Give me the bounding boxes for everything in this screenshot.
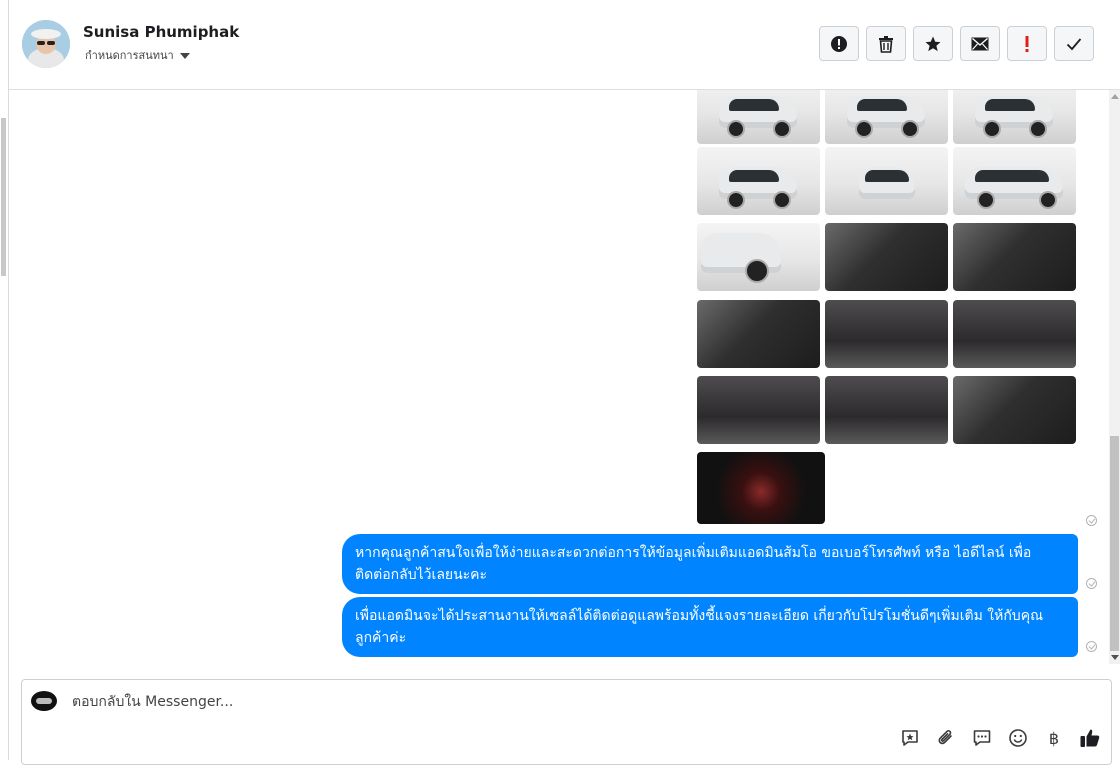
car-photo[interactable] (697, 376, 820, 444)
baht-payment-icon: ฿ (1048, 728, 1060, 748)
important-button[interactable] (1007, 26, 1047, 61)
car-photo[interactable] (697, 147, 820, 215)
avatar[interactable] (22, 20, 70, 68)
message-text: หากคุณลูกค้าสนใจเพื่อให้ง่ายและสะดวกต่อก… (355, 545, 1032, 583)
checkmark-icon (1066, 37, 1082, 50)
car-photo[interactable] (825, 223, 948, 291)
thread-scrollbar[interactable] (1109, 90, 1120, 664)
alert-circle-icon (831, 35, 847, 52)
message-thread[interactable]: หากคุณลูกค้าสนใจเพื่อให้ง่ายและสะดวกต่อก… (9, 90, 1109, 664)
car-photo[interactable] (825, 300, 948, 368)
payment-button[interactable]: ฿ (1043, 727, 1065, 749)
mark-unread-button[interactable] (960, 26, 1000, 61)
delete-button[interactable] (866, 26, 906, 61)
schedule-label: กำหนดการสนทนา (85, 49, 174, 62)
car-photo[interactable] (697, 90, 820, 144)
emoji-icon (1009, 729, 1027, 747)
done-button[interactable] (1054, 26, 1094, 61)
seen-indicator-icon (1086, 641, 1097, 652)
reply-composer: ฿ (21, 679, 1112, 765)
car-photo[interactable] (825, 147, 948, 215)
conversation-header: Sunisa Phumiphak กำหนดการสนทนา (9, 0, 1120, 90)
attachment-icon (938, 730, 952, 745)
left-scroll-thumb[interactable] (1, 118, 6, 276)
like-button[interactable] (1079, 727, 1101, 749)
chat-icon (973, 730, 991, 746)
emoji-button[interactable] (1007, 727, 1029, 749)
star-button[interactable] (913, 26, 953, 61)
conversation-schedule-dropdown[interactable]: กำหนดการสนทนา (85, 46, 190, 64)
car-photo[interactable] (953, 147, 1076, 215)
message-bubble[interactable]: เพื่อแอดมินจะได้ประสานงานให้เซลล์ได้ติดต… (342, 597, 1078, 657)
car-photo[interactable] (953, 223, 1076, 291)
chat-button[interactable] (971, 727, 993, 749)
seen-indicator-icon (1086, 578, 1097, 589)
composer-tools: ฿ (899, 727, 1101, 749)
message-text: เพื่อแอดมินจะได้ประสานงานให้เซลล์ได้ติดต… (355, 608, 1044, 646)
trash-icon (879, 35, 893, 53)
car-photo[interactable] (697, 452, 825, 524)
contact-name[interactable]: Sunisa Phumiphak (83, 23, 239, 41)
envelope-icon (971, 37, 989, 50)
exclamation-icon (1025, 35, 1029, 52)
saved-reply-button[interactable] (899, 727, 921, 749)
car-photo[interactable] (953, 300, 1076, 368)
attachment-button[interactable] (935, 727, 957, 749)
reply-input[interactable] (70, 688, 774, 716)
scroll-thumb[interactable] (1110, 436, 1119, 651)
message-bubble[interactable]: หากคุณลูกค้าสนใจเพื่อให้ง่ายและสะดวกต่อก… (342, 534, 1078, 594)
caret-down-icon (179, 52, 190, 59)
saved-reply-icon (902, 730, 918, 746)
car-photo[interactable] (825, 90, 948, 144)
car-photo[interactable] (697, 300, 820, 368)
left-panel-edge (0, 0, 9, 760)
report-button[interactable] (819, 26, 859, 61)
page-avatar (31, 691, 57, 711)
thumbs-up-icon (1080, 729, 1100, 747)
car-photo[interactable] (953, 90, 1076, 144)
scroll-down-icon[interactable] (1111, 655, 1119, 660)
car-photo[interactable] (953, 376, 1076, 444)
scroll-up-icon[interactable] (1111, 94, 1119, 99)
car-photo[interactable] (697, 223, 820, 291)
star-icon (925, 36, 941, 51)
car-photo[interactable] (825, 376, 948, 444)
header-actions (819, 26, 1094, 61)
seen-indicator-icon (1086, 515, 1097, 526)
